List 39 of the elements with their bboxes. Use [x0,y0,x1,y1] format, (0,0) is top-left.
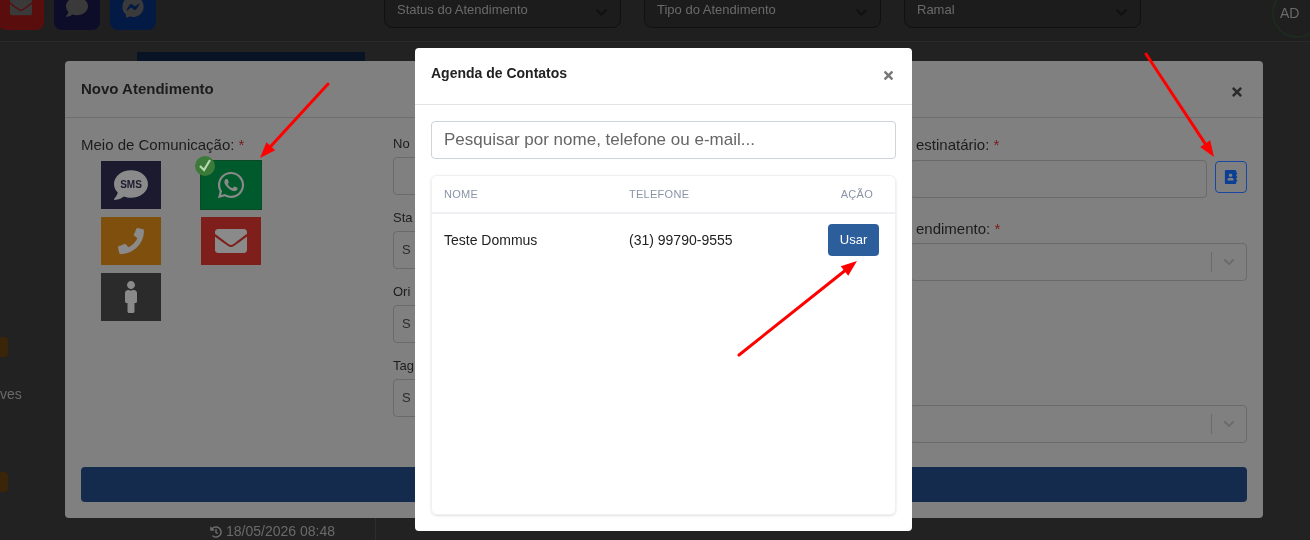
contacts-button[interactable] [1215,160,1247,193]
speech-bubble-icon [66,0,88,18]
address-book-icon [1224,169,1238,184]
column-header: AÇÃO [839,186,874,202]
phone-icon [118,227,144,254]
column-header: TELEFONE [629,186,691,202]
messenger-icon [122,0,144,18]
field-label: Meio de Comunicação: * [81,135,246,155]
filter-select[interactable]: Status do Atendimento [384,0,621,28]
column-header: NOME [444,186,480,202]
field-label: estinatário: * [916,135,1001,155]
table-cell-text: Teste Dommus [444,230,539,250]
channel-tile[interactable] [201,216,261,265]
filter-select[interactable]: Tipo do Atendimento [644,0,881,28]
field-label: endimento: * [916,218,1002,239]
envelope-icon [10,0,32,18]
whatsapp-icon [216,169,246,200]
checkmark-icon [195,155,215,176]
use-button[interactable]: Usar [828,224,879,256]
dialog-title: Novo Atendimento [81,78,214,99]
field-label: Ori [393,283,411,301]
channel-tile[interactable]: SMS [101,160,161,209]
field-label: No [393,135,410,153]
field-label: Tag [393,357,414,375]
channel-tile[interactable] [201,160,261,209]
sms-bubble-icon: SMS [114,167,148,202]
avatar[interactable]: AD [1272,0,1310,38]
timestamp: 18/05/2026 08:48 [226,522,335,540]
search-field[interactable]: Pesquisar por nome, telefone ou e-mail... [431,121,896,159]
field-label: Sta [393,209,413,227]
side-text: ves [0,385,22,404]
dialog-title: Agenda de Contatos [431,64,568,83]
channel-tile[interactable] [101,272,161,321]
channel-tile[interactable] [101,216,161,265]
clock-icon [210,525,222,538]
close-button[interactable] [1230,85,1244,99]
filter-select[interactable]: Ramal [904,0,1141,28]
table-cell-text: (31) 99790-9555 [629,230,734,250]
close-button[interactable] [882,69,895,82]
